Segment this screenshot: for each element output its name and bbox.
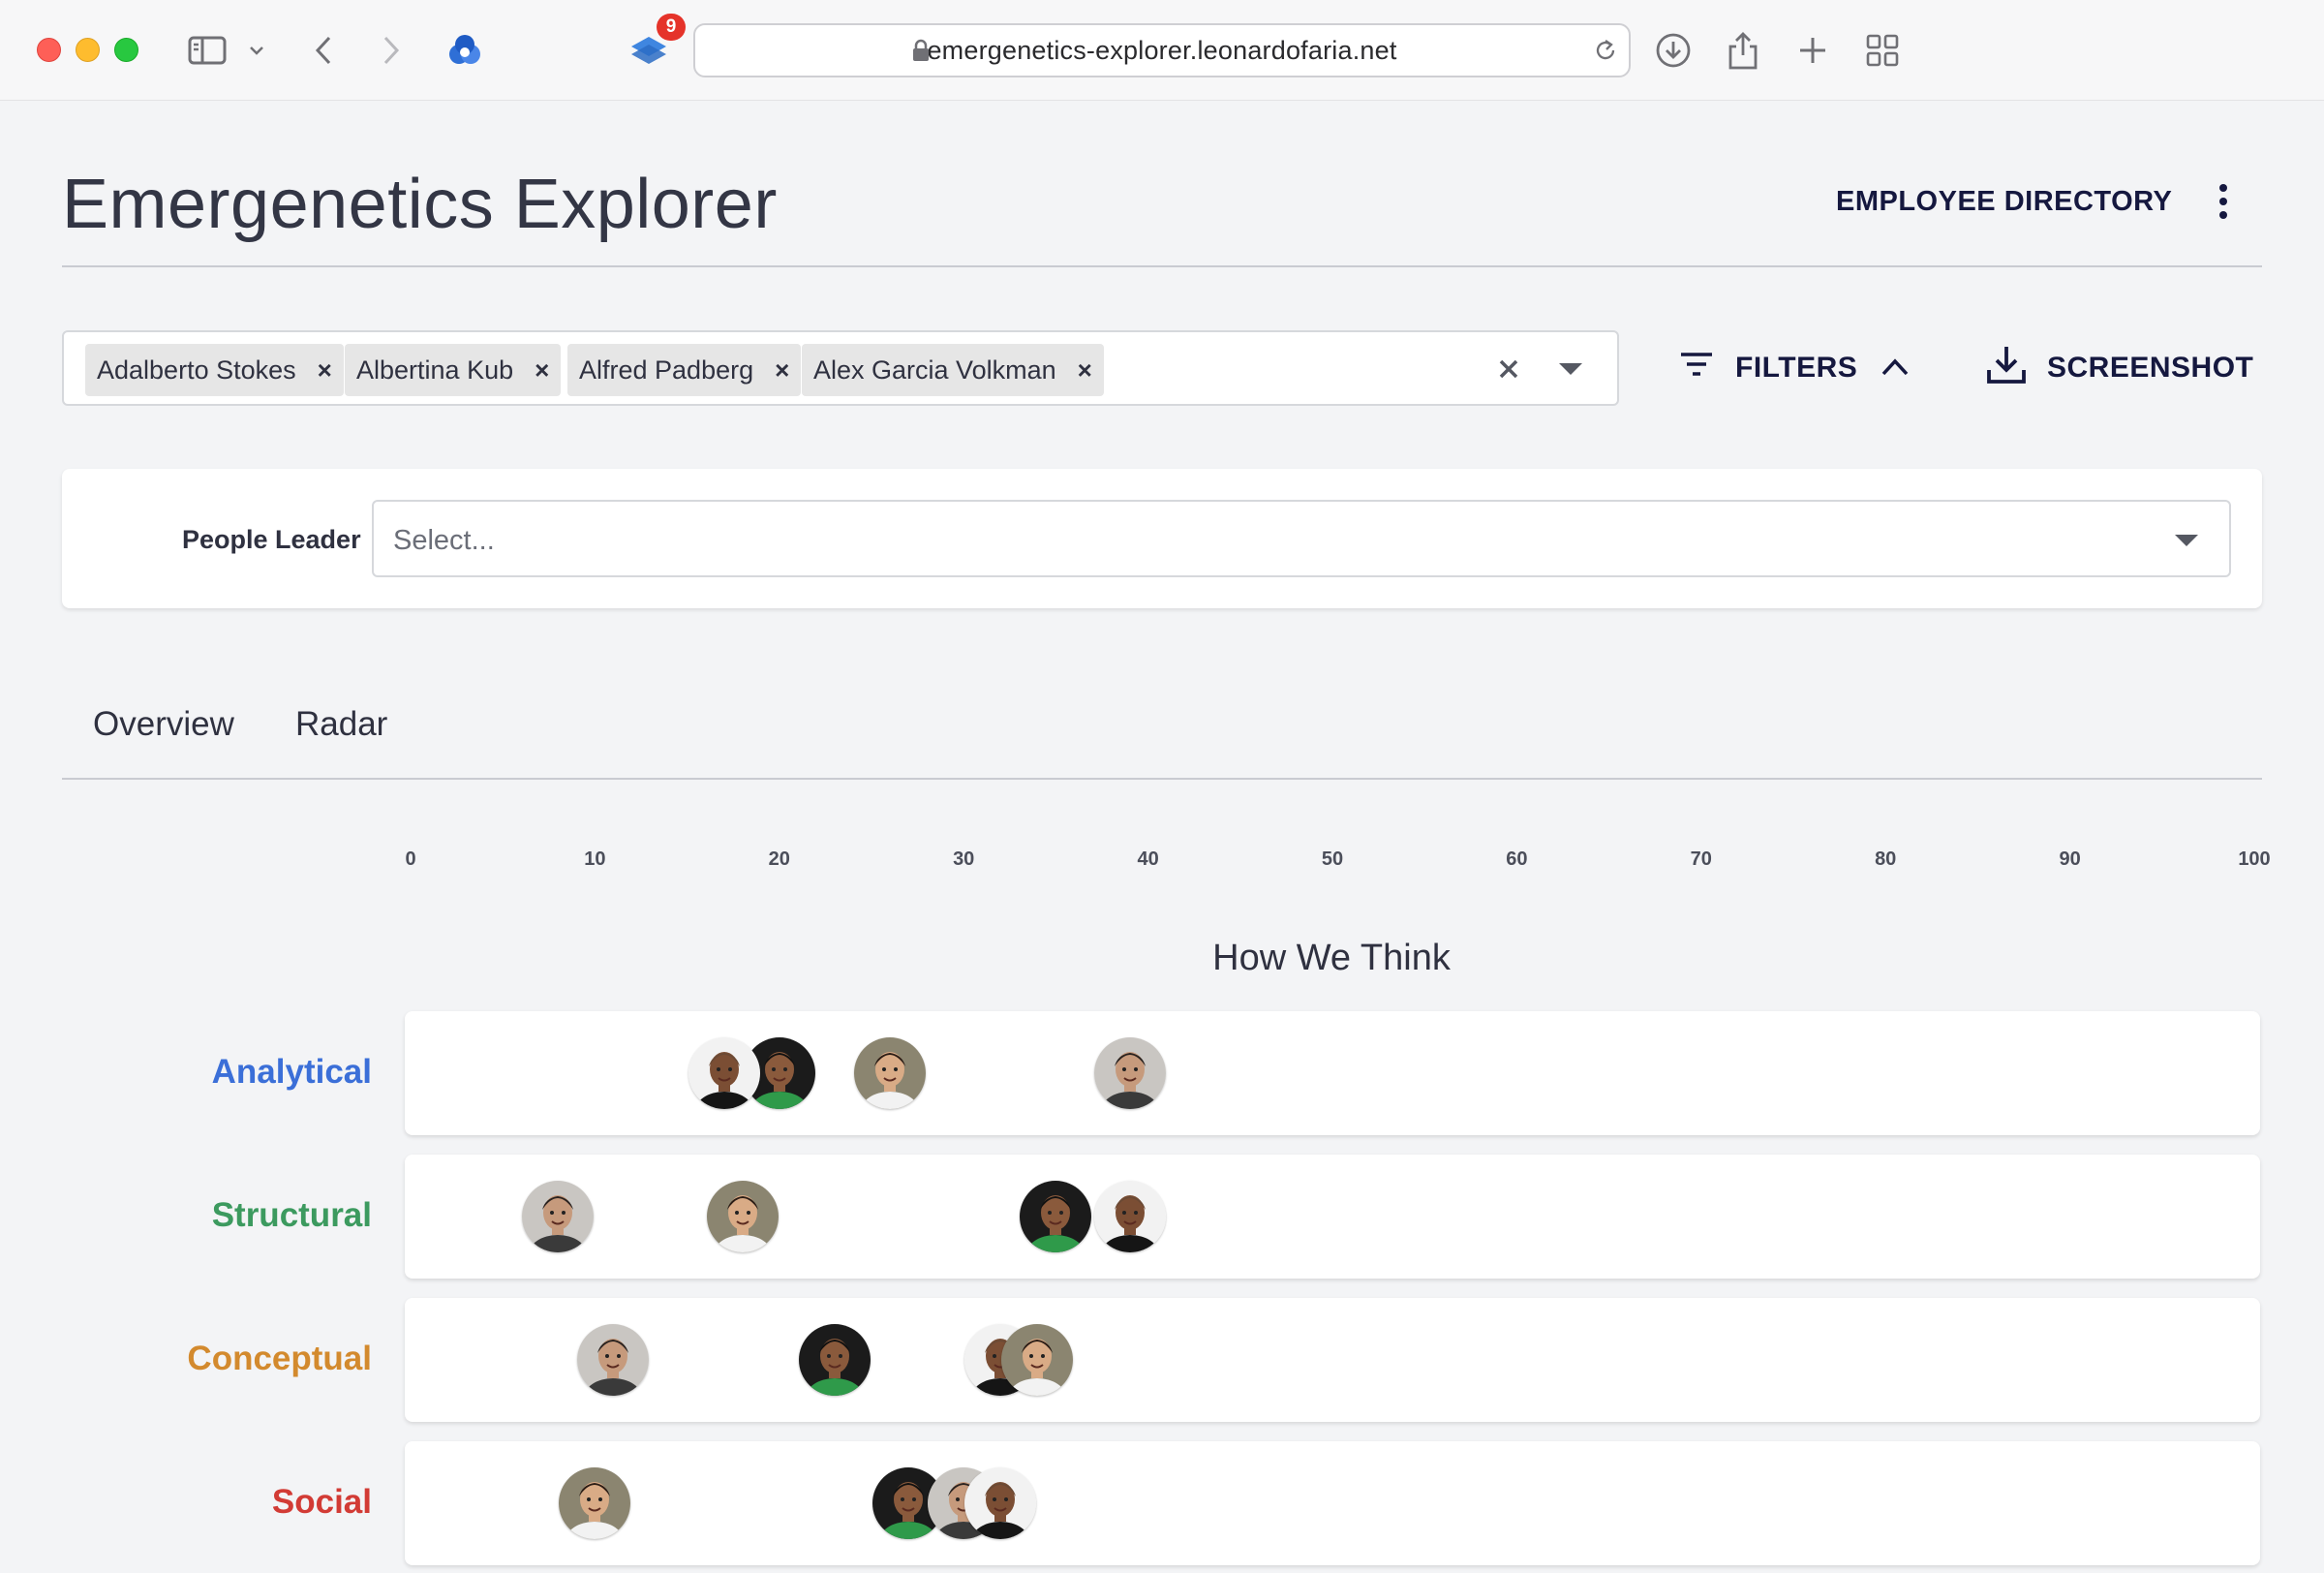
filters-toggle-button[interactable]: FILTERS: [1679, 345, 1910, 391]
chevron-up-icon: [1881, 352, 1910, 385]
selected-chip: Adalberto Stokes ×: [85, 344, 344, 396]
remove-chip-icon[interactable]: ×: [1078, 355, 1092, 386]
x-tick-label: 40: [1137, 848, 1159, 870]
row-structural: [405, 1155, 2260, 1279]
chart-title: How We Think: [1212, 938, 1451, 978]
x-tick-label: 0: [405, 848, 416, 870]
category-label-analytical: Analytical: [211, 1053, 372, 1091]
privacy-shield-icon[interactable]: [443, 29, 486, 72]
people-leader-select[interactable]: Select...: [372, 500, 2231, 577]
remove-chip-icon[interactable]: ×: [775, 355, 789, 386]
category-label-conceptual: Conceptual: [187, 1340, 372, 1377]
dropdown-caret-icon: [2169, 523, 2204, 558]
chevron-down-icon[interactable]: [242, 29, 271, 72]
row-analytical: [405, 1011, 2260, 1135]
avatar-point-structural[interactable]: [1020, 1181, 1092, 1252]
category-label-social: Social: [271, 1483, 372, 1521]
selected-chip: Alex Garcia Volkman ×: [802, 344, 1104, 396]
people-leader-label: People Leader: [182, 525, 361, 554]
row-conceptual: [405, 1298, 2260, 1422]
people-leader-placeholder: Select...: [393, 525, 495, 556]
avatar-point-structural[interactable]: [706, 1181, 779, 1252]
chip-label: Alfred Padberg: [579, 355, 754, 385]
screenshot-label: SCREENSHOT: [2047, 352, 2254, 384]
avatar-point-structural[interactable]: [1093, 1181, 1166, 1252]
x-tick-label: 100: [2238, 848, 2271, 870]
downloads-icon[interactable]: [1652, 29, 1695, 72]
tab-overview-grid-icon[interactable]: [1861, 29, 1904, 72]
x-tick-label: 90: [2059, 848, 2081, 870]
avatar-point-conceptual[interactable]: [577, 1324, 650, 1396]
chip-label: Albertina Kub: [356, 355, 514, 385]
chip-label: Alex Garcia Volkman: [813, 355, 1056, 385]
avatar-point-analytical[interactable]: [1093, 1037, 1166, 1109]
remove-chip-icon[interactable]: ×: [535, 355, 549, 386]
more-options-icon[interactable]: [2206, 180, 2241, 223]
new-tab-plus-icon[interactable]: [1791, 29, 1834, 72]
chip-label: Adalberto Stokes: [97, 355, 296, 385]
avatar-point-conceptual[interactable]: [1001, 1324, 1074, 1396]
employee-directory-link[interactable]: EMPLOYEE DIRECTORY: [1836, 186, 2172, 218]
reload-icon[interactable]: [1592, 37, 1619, 69]
avatar-point-social[interactable]: [964, 1467, 1037, 1539]
url-text: emergenetics-explorer.leonardofaria.net: [927, 35, 1397, 65]
x-tick-label: 50: [1321, 848, 1344, 870]
sidebar-toggle-icon[interactable]: [186, 29, 229, 72]
selected-chip: Albertina Kub ×: [345, 344, 562, 396]
tab-radar[interactable]: Radar: [295, 705, 387, 744]
filters-label: FILTERS: [1735, 352, 1858, 384]
avatar-point-analytical[interactable]: [854, 1037, 927, 1109]
avatar-point-conceptual[interactable]: [798, 1324, 871, 1396]
notification-badge: 9: [657, 14, 686, 41]
remove-chip-icon[interactable]: ×: [318, 355, 332, 386]
x-tick-label: 20: [768, 848, 790, 870]
employee-multiselect[interactable]: Adalberto Stokes × Albertina Kub × Alfre…: [62, 330, 1619, 406]
forward-arrow-icon[interactable]: [370, 29, 413, 72]
download-icon: [1985, 343, 2028, 393]
close-window-button[interactable]: [37, 38, 61, 62]
zoom-window-button[interactable]: [114, 38, 138, 62]
screenshot-button[interactable]: SCREENSHOT: [1985, 343, 2253, 393]
tabs-divider: [62, 778, 2262, 780]
avatar-point-analytical[interactable]: [688, 1037, 760, 1109]
row-social: [405, 1441, 2260, 1565]
lock-icon: [912, 39, 930, 67]
x-tick-label: 70: [1690, 848, 1712, 870]
category-label-structural: Structural: [211, 1196, 372, 1234]
clear-all-icon[interactable]: [1489, 350, 1528, 388]
filters-panel: People Leader Select...: [62, 469, 2262, 608]
minimize-window-button[interactable]: [76, 38, 100, 62]
tab-overview[interactable]: Overview: [93, 705, 234, 744]
x-tick-label: 10: [584, 848, 606, 870]
share-icon[interactable]: [1722, 29, 1764, 72]
back-arrow-icon[interactable]: [302, 29, 345, 72]
dropdown-caret-icon[interactable]: [1551, 350, 1590, 388]
filter-lines-icon: [1679, 352, 1714, 385]
header-divider: [62, 265, 2262, 267]
x-tick-label: 80: [1875, 848, 1897, 870]
address-bar[interactable]: emergenetics-explorer.leonardofaria.net: [693, 23, 1631, 77]
x-tick-label: 30: [953, 848, 975, 870]
avatar-point-social[interactable]: [559, 1467, 631, 1539]
page-title: Emergenetics Explorer: [62, 166, 778, 243]
browser-toolbar: 9 emergenetics-explorer.leonardofaria.ne…: [0, 0, 2324, 101]
x-tick-label: 60: [1506, 848, 1528, 870]
avatar-point-structural[interactable]: [522, 1181, 595, 1252]
selected-chip: Alfred Padberg ×: [567, 344, 802, 396]
